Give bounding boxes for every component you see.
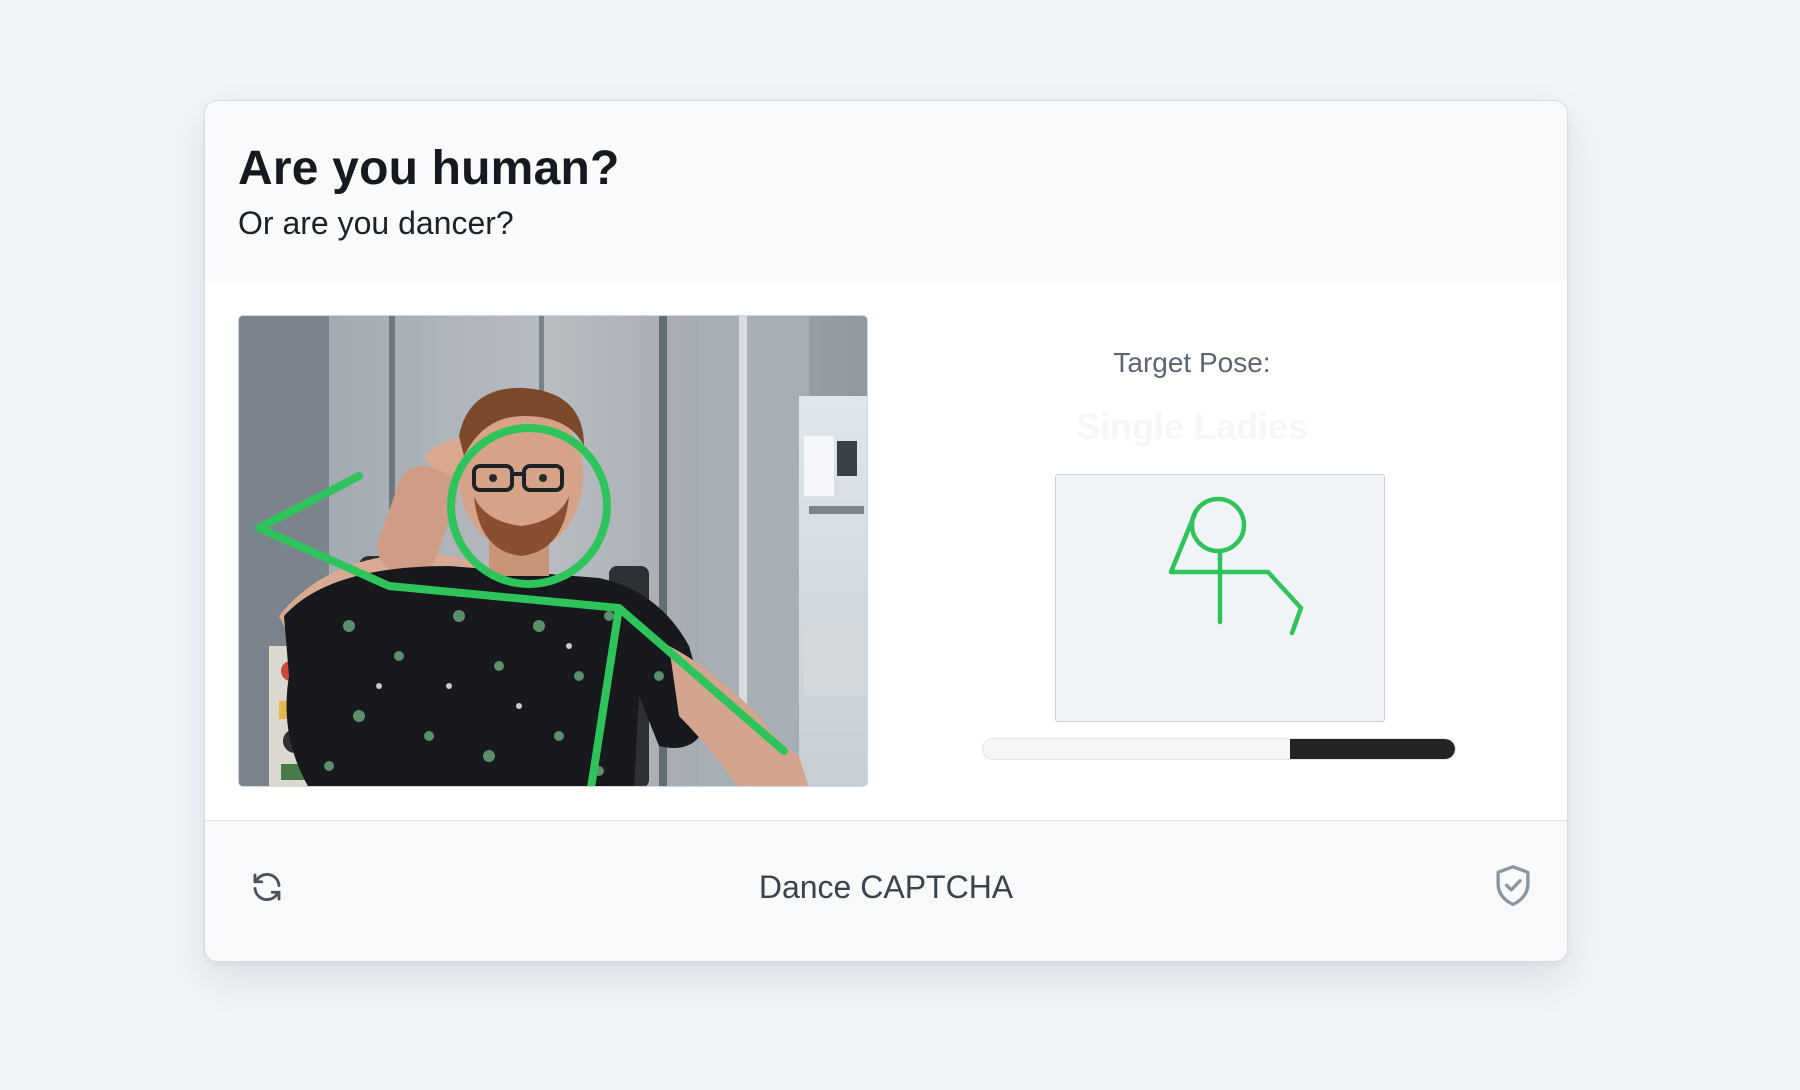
captcha-card: Are you human? Or are you dancer? Target… bbox=[204, 100, 1568, 962]
stick-figure bbox=[1168, 496, 1304, 636]
webcam-feed bbox=[238, 315, 868, 787]
target-pose-figure bbox=[1055, 474, 1385, 722]
page-subtitle: Or are you dancer? bbox=[238, 205, 514, 241]
progress-bar bbox=[982, 738, 1456, 760]
target-pose-name: Single Ladies bbox=[1075, 406, 1309, 447]
footer-title: Dance CAPTCHA bbox=[758, 869, 1014, 905]
page-title: Are you human? bbox=[238, 142, 620, 195]
webcam-scene bbox=[239, 316, 867, 786]
shield-check-icon bbox=[1492, 863, 1534, 909]
card-header: Are you human? Or are you dancer? bbox=[205, 101, 1567, 281]
target-pose-label: Target Pose: bbox=[1113, 347, 1271, 378]
progress-fill bbox=[1289, 739, 1455, 759]
card-footer: Dance CAPTCHA bbox=[205, 820, 1567, 961]
